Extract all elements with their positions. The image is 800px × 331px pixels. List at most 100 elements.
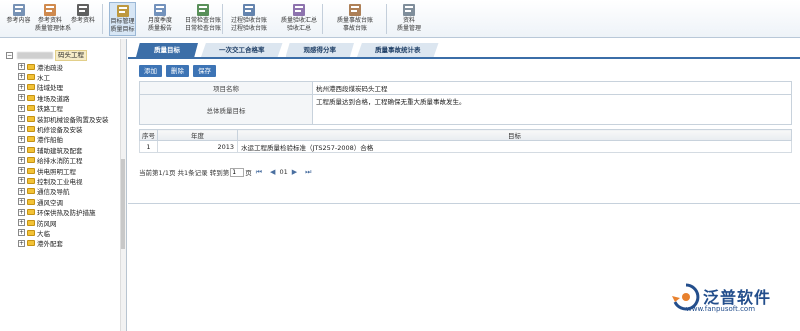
tree-item[interactable]: + 大临 — [18, 228, 50, 238]
toolbar-button-9[interactable]: 资料 质量管理 — [393, 2, 425, 36]
toolbar-label: 质量事故台账 — [336, 17, 373, 24]
tree-item[interactable]: + 陆域处理 — [18, 83, 63, 92]
expand-icon[interactable]: + — [18, 63, 25, 70]
current-page: 01 — [279, 168, 288, 176]
toolbar-label: 资料 — [402, 17, 415, 24]
sidebar-scrollbar[interactable] — [120, 39, 126, 331]
toolbar-label: 过程验收台账 — [230, 17, 267, 24]
tree-item-label: 港外配套 — [37, 240, 63, 249]
tree-item-label: 港作船舶 — [37, 136, 63, 145]
toolbar-sublabel: 质量报告 — [147, 24, 172, 32]
document-icon — [10, 3, 28, 17]
tree-item[interactable]: + 机修设备及安装 — [18, 124, 83, 134]
expand-icon[interactable]: + — [18, 104, 25, 112]
expand-icon[interactable]: + — [18, 239, 25, 247]
tree-item[interactable]: + 港作船舶 — [18, 135, 63, 144]
tab-accident-stats[interactable]: 质量事故统计表 — [357, 43, 439, 57]
tree-item-label: 通风空调 — [37, 198, 63, 207]
page-input[interactable] — [230, 167, 245, 177]
table-row[interactable]: 1 2013 水运工程质量检验标准（JTS257-2008）合格 — [139, 140, 792, 153]
page-suffix: 页 — [245, 169, 252, 177]
toolbar-separator — [322, 4, 323, 34]
expand-icon[interactable]: + — [18, 198, 25, 206]
expand-icon[interactable]: + — [18, 146, 25, 154]
tree-item[interactable]: + 控制及工业电视 — [18, 176, 83, 186]
expand-icon[interactable]: + — [18, 135, 25, 143]
goal-form: 项目名称 杭州港西段煤炭码头工程 总体质量目标 工程质量达到合格，工程确保无重大… — [139, 81, 792, 125]
grid-header-goal: 目标 — [237, 129, 792, 141]
first-page-icon[interactable]: ⏮ — [256, 168, 262, 177]
logo-url: www.fanpusoft.com — [686, 305, 756, 313]
tree-item[interactable]: + 供电照明工程 — [18, 166, 76, 176]
expand-icon[interactable]: + — [18, 115, 25, 122]
toolbar-label: 参考资料 — [70, 17, 95, 24]
tree-item[interactable]: + 装卸机械设备购置及安装 — [18, 114, 109, 124]
toolbar-button-7[interactable]: 质量验收汇总 验收汇总 — [276, 2, 322, 36]
tree-item[interactable]: + 防风网 — [18, 218, 57, 228]
expand-icon[interactable]: + — [18, 187, 25, 195]
last-page-icon[interactable]: ⏭ — [305, 168, 311, 177]
binder-icon — [400, 3, 418, 17]
overall-goal-field[interactable]: 工程质量达到合格，工程确保无重大质量事故发生。 — [312, 94, 792, 125]
tree-root-node[interactable]: − 码头工程 — [6, 50, 87, 61]
toolbar-button-6[interactable]: 过程验收台账 过程验收台账 — [228, 2, 270, 36]
collapse-icon[interactable]: − — [6, 52, 13, 59]
toolbar-button-1[interactable]: 参考资料 质量管理体系 — [35, 2, 71, 36]
tree-item[interactable]: + 铁路工程 — [18, 104, 63, 113]
tree-item-label: 供电照明工程 — [37, 167, 76, 176]
tree-item[interactable]: + 水工 — [18, 72, 50, 82]
add-button[interactable]: 添加 — [139, 65, 162, 77]
folder-icon — [27, 73, 35, 80]
next-page-icon[interactable]: ▶ — [292, 168, 297, 176]
prev-page-icon[interactable]: ◀ — [270, 168, 275, 176]
toolbar-label: 目标管理 — [110, 18, 135, 25]
toolbar-label: 日常检查台账 — [184, 17, 221, 24]
toolbar-button-2[interactable]: 参考资料 — [68, 2, 98, 36]
tree-item[interactable]: + 港池疏浚 — [18, 62, 63, 72]
project-name-label: 项目名称 — [139, 81, 313, 95]
toolbar-button-4[interactable]: 月度季度 质量报告 — [142, 2, 178, 36]
expand-icon[interactable]: + — [18, 229, 25, 237]
tree-item[interactable]: + 给排水消防工程 — [18, 156, 83, 165]
tree-item[interactable]: + 通风空调 — [18, 197, 63, 207]
toolbar-button-0[interactable]: 参考内容 — [4, 2, 33, 36]
tree-item-label: 铁路工程 — [37, 105, 63, 114]
expand-icon[interactable]: + — [18, 167, 25, 174]
tree-item[interactable]: + 通信及导航 — [18, 187, 70, 196]
people-icon — [41, 3, 59, 17]
toolbar-label: 月度季度 — [147, 17, 172, 24]
tree-item[interactable]: + 辅助建筑及配套 — [18, 145, 83, 155]
expand-icon[interactable]: + — [18, 177, 25, 185]
tree-item[interactable]: + 港外配套 — [18, 239, 63, 248]
expand-icon[interactable]: + — [18, 125, 25, 133]
scrollbar-thumb[interactable] — [121, 159, 125, 249]
expand-icon[interactable]: + — [18, 73, 25, 81]
folder-icon — [27, 136, 35, 143]
tab-first-pass-rate[interactable]: 一次交工合格率 — [201, 43, 283, 57]
tab-bar: 质量目标 一次交工合格率 观感得分率 质量事故统计表 — [136, 43, 442, 57]
expand-icon[interactable]: + — [18, 208, 25, 216]
tab-appearance-score[interactable]: 观感得分率 — [285, 43, 354, 57]
goal-grid: 序号 年度 目标 1 2013 水运工程质量检验标准（JTS257-2008）合… — [139, 129, 792, 153]
expand-icon[interactable]: + — [18, 83, 25, 91]
tab-quality-goal[interactable]: 质量目标 — [136, 43, 198, 57]
toolbar-button-8[interactable]: 质量事故台账 事故台账 — [329, 2, 381, 36]
search-icon — [194, 3, 212, 17]
expand-icon[interactable]: + — [18, 219, 25, 226]
tree-item[interactable]: + 堆场及道路 — [18, 93, 70, 103]
save-button[interactable]: 保存 — [193, 65, 216, 77]
folder-icon — [27, 229, 35, 236]
redacted-text — [17, 52, 53, 59]
project-name-field[interactable]: 杭州港西段煤炭码头工程 — [312, 81, 792, 95]
folder-icon — [27, 240, 35, 247]
toolbar-button-5[interactable]: 日常检查台账 日常检查台账 — [183, 2, 223, 36]
delete-button[interactable]: 删除 — [166, 65, 189, 77]
printer-icon — [74, 3, 92, 17]
expand-icon[interactable]: + — [18, 156, 25, 164]
toolbar-separator — [102, 4, 103, 34]
toolbar-button-3[interactable]: 目标管理 质量目标 — [109, 2, 136, 36]
tree-item-label: 港池疏浚 — [37, 63, 63, 72]
target-icon — [114, 4, 132, 18]
tree-item[interactable]: + 环保供热及防护措施 — [18, 208, 96, 217]
expand-icon[interactable]: + — [18, 94, 25, 102]
